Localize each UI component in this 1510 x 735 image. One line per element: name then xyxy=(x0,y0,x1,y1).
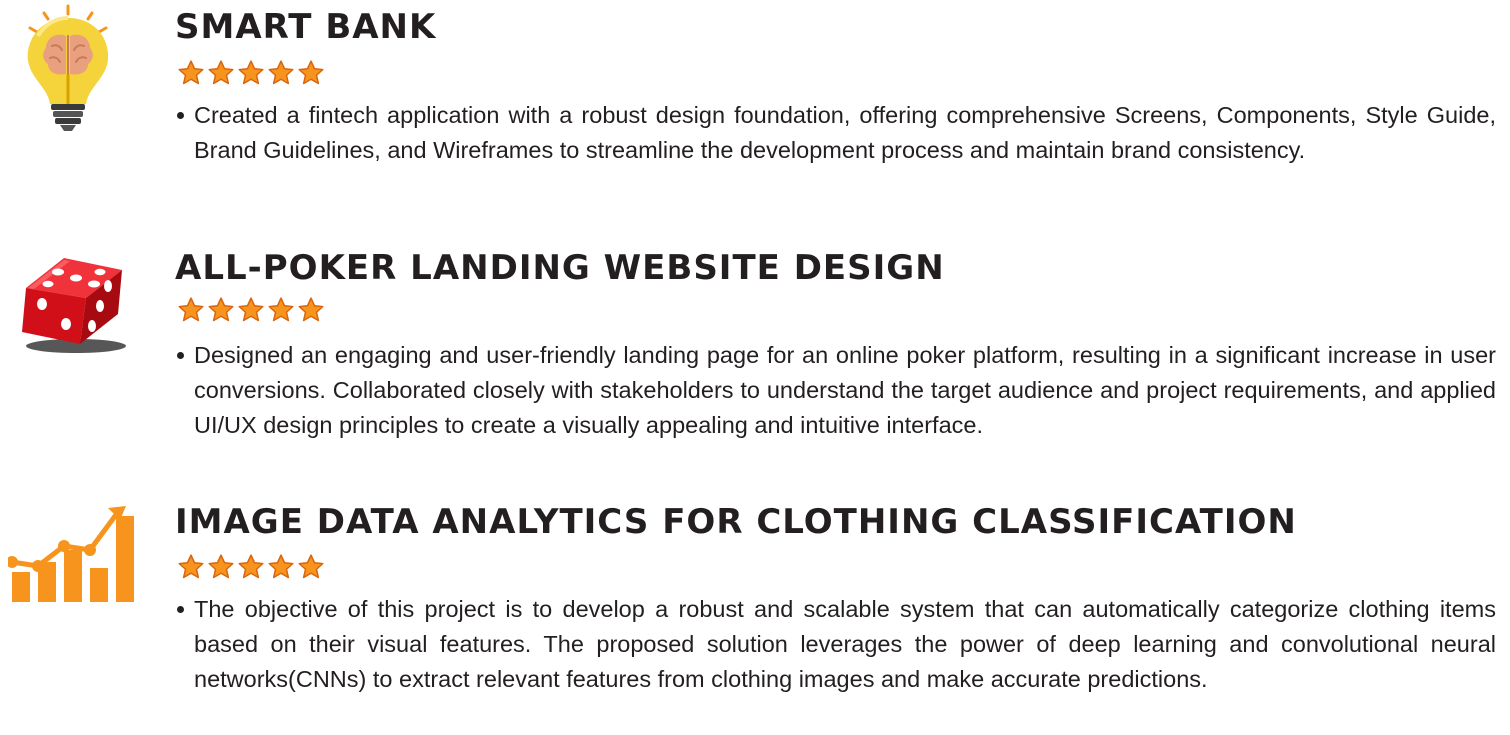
star-icon xyxy=(298,297,324,322)
star-rating xyxy=(176,552,326,582)
star-icon xyxy=(178,297,204,322)
star-icon xyxy=(208,554,234,579)
dice-icon xyxy=(14,248,132,354)
star-icon xyxy=(268,297,294,322)
star-icon xyxy=(298,60,324,85)
project-title: ALL-POKER LANDING WEBSITE DESIGN xyxy=(175,248,945,288)
project-description: Created a fintech application with a rob… xyxy=(171,98,1496,168)
star-icon xyxy=(178,60,204,85)
star-rating xyxy=(176,58,326,88)
list-item: The objective of this project is to deve… xyxy=(177,592,1496,697)
lightbulb-brain-icon xyxy=(18,4,118,134)
project-title: SMART BANK xyxy=(175,7,437,47)
star-icon xyxy=(208,60,234,85)
project-description: The objective of this project is to deve… xyxy=(171,592,1496,697)
list-item: Created a fintech application with a rob… xyxy=(177,98,1496,168)
project-title: IMAGE DATA ANALYTICS FOR CLOTHING CLASSI… xyxy=(175,502,1297,542)
star-icon xyxy=(238,297,264,322)
star-rating xyxy=(176,295,326,325)
star-icon xyxy=(208,297,234,322)
project-description: Designed an engaging and user-friendly l… xyxy=(171,338,1496,443)
star-icon xyxy=(268,554,294,579)
star-icon xyxy=(268,60,294,85)
star-icon xyxy=(238,60,264,85)
star-icon xyxy=(298,554,324,579)
list-item: Designed an engaging and user-friendly l… xyxy=(177,338,1496,443)
star-icon xyxy=(238,554,264,579)
star-icon xyxy=(178,554,204,579)
growth-chart-icon xyxy=(8,506,138,602)
